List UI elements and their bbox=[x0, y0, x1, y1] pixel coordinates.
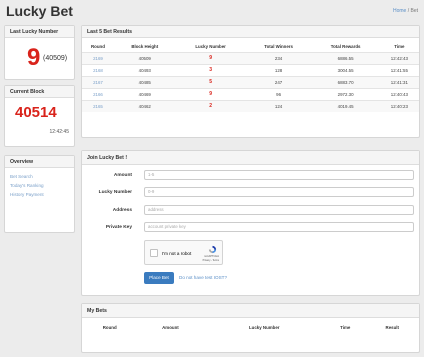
breadcrumb-current: Bet bbox=[410, 8, 418, 14]
lucky-number: 2 bbox=[175, 99, 246, 112]
overview-header: Overview bbox=[5, 156, 74, 168]
my-bets-panel: My Bets Round Amount Lucky Number Time R… bbox=[81, 303, 420, 353]
link-todays-ranking[interactable]: Today's Ranking bbox=[10, 183, 69, 188]
block-height: 40509 bbox=[113, 51, 176, 64]
col-total-rewards: Total Rewards bbox=[330, 43, 361, 49]
amount-label: Amount bbox=[113, 173, 132, 178]
place-bet-button[interactable]: Place Bet bbox=[144, 272, 174, 284]
block-height: 40485 bbox=[113, 75, 176, 88]
my-col-lucky-number: Lucky Number bbox=[248, 325, 280, 330]
join-header: Join Lucky Bet ! bbox=[82, 151, 419, 165]
join-panel: Join Lucky Bet ! Amount 1-5 Lucky Number… bbox=[81, 150, 420, 296]
lucky-number: 3 bbox=[175, 63, 246, 76]
total-rewards: 2972.30 bbox=[311, 87, 380, 100]
current-block-number: 40514 bbox=[15, 104, 57, 121]
my-bets-header-row: Round Amount Lucky Number Time Result bbox=[82, 322, 419, 333]
col-total-winners: Total Winners bbox=[264, 43, 293, 49]
private-key-label: Private Key bbox=[105, 225, 132, 230]
time: 12:40:43 bbox=[379, 87, 419, 100]
total-winners: 96 bbox=[245, 87, 312, 100]
lucky-number: 9 bbox=[175, 51, 246, 64]
amount-input[interactable]: 1-5 bbox=[144, 170, 414, 180]
last-lucky-number: 9 bbox=[27, 44, 41, 71]
lucky-number-label: Lucky Number bbox=[98, 190, 132, 195]
current-block-time: 12:42:45 bbox=[49, 129, 69, 135]
address-input[interactable]: address bbox=[144, 205, 414, 215]
table-row: 2168 40493 3 128 3004.55 12:41:55 bbox=[82, 63, 419, 76]
captcha-brand: reCAPTCHA bbox=[204, 255, 219, 258]
table-row: 2167 40485 5 247 6883.70 12:41:31 bbox=[82, 75, 419, 88]
round-link[interactable]: 2167 bbox=[82, 75, 114, 88]
total-rewards: 6886.55 bbox=[311, 51, 380, 64]
time: 12:41:55 bbox=[379, 63, 419, 76]
my-col-round: Round bbox=[102, 325, 117, 330]
overview-links: Bet Search Today's Ranking History Payme… bbox=[5, 168, 74, 207]
my-col-time: Time bbox=[340, 325, 351, 330]
round-link[interactable]: 2168 bbox=[82, 63, 114, 76]
lucky-number-input[interactable]: 0-9 bbox=[144, 187, 414, 197]
results-table: Round Block Height Lucky Number Total Wi… bbox=[82, 41, 419, 112]
block-height: 40493 bbox=[113, 63, 176, 76]
overview-panel: Overview Bet Search Today's Ranking Hist… bbox=[4, 155, 75, 233]
address-label: Address bbox=[112, 208, 132, 213]
my-bets-header: My Bets bbox=[82, 304, 419, 318]
lucky-number: 9 bbox=[175, 87, 246, 100]
recaptcha-widget: I'm not a robot reCAPTCHA Privacy - Term… bbox=[144, 240, 223, 265]
breadcrumb-separator: / bbox=[407, 8, 410, 14]
link-bet-search[interactable]: Bet Search bbox=[10, 174, 69, 179]
app-title: Lucky Bet bbox=[6, 3, 73, 19]
time: 12:40:23 bbox=[379, 99, 419, 112]
my-col-amount: Amount bbox=[162, 325, 179, 330]
col-lucky-number: Lucky Number bbox=[195, 43, 226, 49]
link-history-payment[interactable]: History Payment bbox=[10, 192, 69, 197]
captcha-terms[interactable]: Privacy - Terms bbox=[203, 259, 219, 262]
breadcrumb-home[interactable]: Home bbox=[393, 8, 406, 14]
results-panel: Last 5 Bet Results Round Block Height Lu… bbox=[81, 25, 420, 138]
col-block-height: Block Height bbox=[131, 43, 159, 49]
my-col-result: Result bbox=[385, 325, 399, 330]
total-rewards: 3004.55 bbox=[311, 63, 380, 76]
col-time: Time bbox=[394, 43, 405, 49]
time: 12:41:31 bbox=[379, 75, 419, 88]
last-lucky-header: Last Lucky Number bbox=[5, 26, 74, 38]
results-header-row: Round Block Height Lucky Number Total Wi… bbox=[82, 41, 419, 52]
total-rewards: 6883.70 bbox=[311, 75, 380, 88]
table-row: 2169 40509 9 234 6886.55 12:42:43 bbox=[82, 51, 419, 64]
current-block-panel: Current Block 40514 12:42:45 bbox=[4, 85, 75, 147]
top-bar: Lucky Bet Home / Bet bbox=[0, 0, 424, 24]
table-row: 2166 40469 9 96 2972.30 12:40:43 bbox=[82, 87, 419, 100]
my-bets-table: Round Amount Lucky Number Time Result bbox=[82, 322, 419, 333]
total-winners: 124 bbox=[245, 99, 312, 112]
last-lucky-panel: Last Lucky Number 9 (40509) bbox=[4, 25, 75, 80]
results-header: Last 5 Bet Results bbox=[82, 26, 419, 38]
last-lucky-block: (40509) bbox=[43, 55, 68, 62]
private-key-input[interactable]: account private key bbox=[144, 222, 414, 232]
total-winners: 234 bbox=[245, 51, 312, 64]
total-winners: 247 bbox=[245, 75, 312, 88]
round-link[interactable]: 2169 bbox=[82, 51, 114, 64]
breadcrumb: Home / Bet bbox=[393, 8, 418, 14]
round-link[interactable]: 2166 bbox=[82, 87, 114, 100]
time: 12:42:43 bbox=[379, 51, 419, 64]
total-winners: 128 bbox=[245, 63, 312, 76]
total-rewards: 4019.45 bbox=[311, 99, 380, 112]
table-row: 2165 40462 2 124 4019.45 12:40:23 bbox=[82, 99, 419, 112]
captcha-label: I'm not a robot bbox=[162, 251, 192, 256]
captcha-checkbox[interactable] bbox=[150, 249, 158, 257]
current-block-header: Current Block bbox=[5, 86, 74, 98]
col-round: Round bbox=[91, 43, 105, 49]
round-link[interactable]: 2165 bbox=[82, 99, 114, 112]
block-height: 40462 bbox=[113, 99, 176, 112]
lucky-number: 5 bbox=[175, 75, 246, 88]
block-height: 40469 bbox=[113, 87, 176, 100]
get-test-iost-link[interactable]: Do not have test IOST? bbox=[179, 275, 227, 280]
recaptcha-icon bbox=[208, 245, 217, 254]
